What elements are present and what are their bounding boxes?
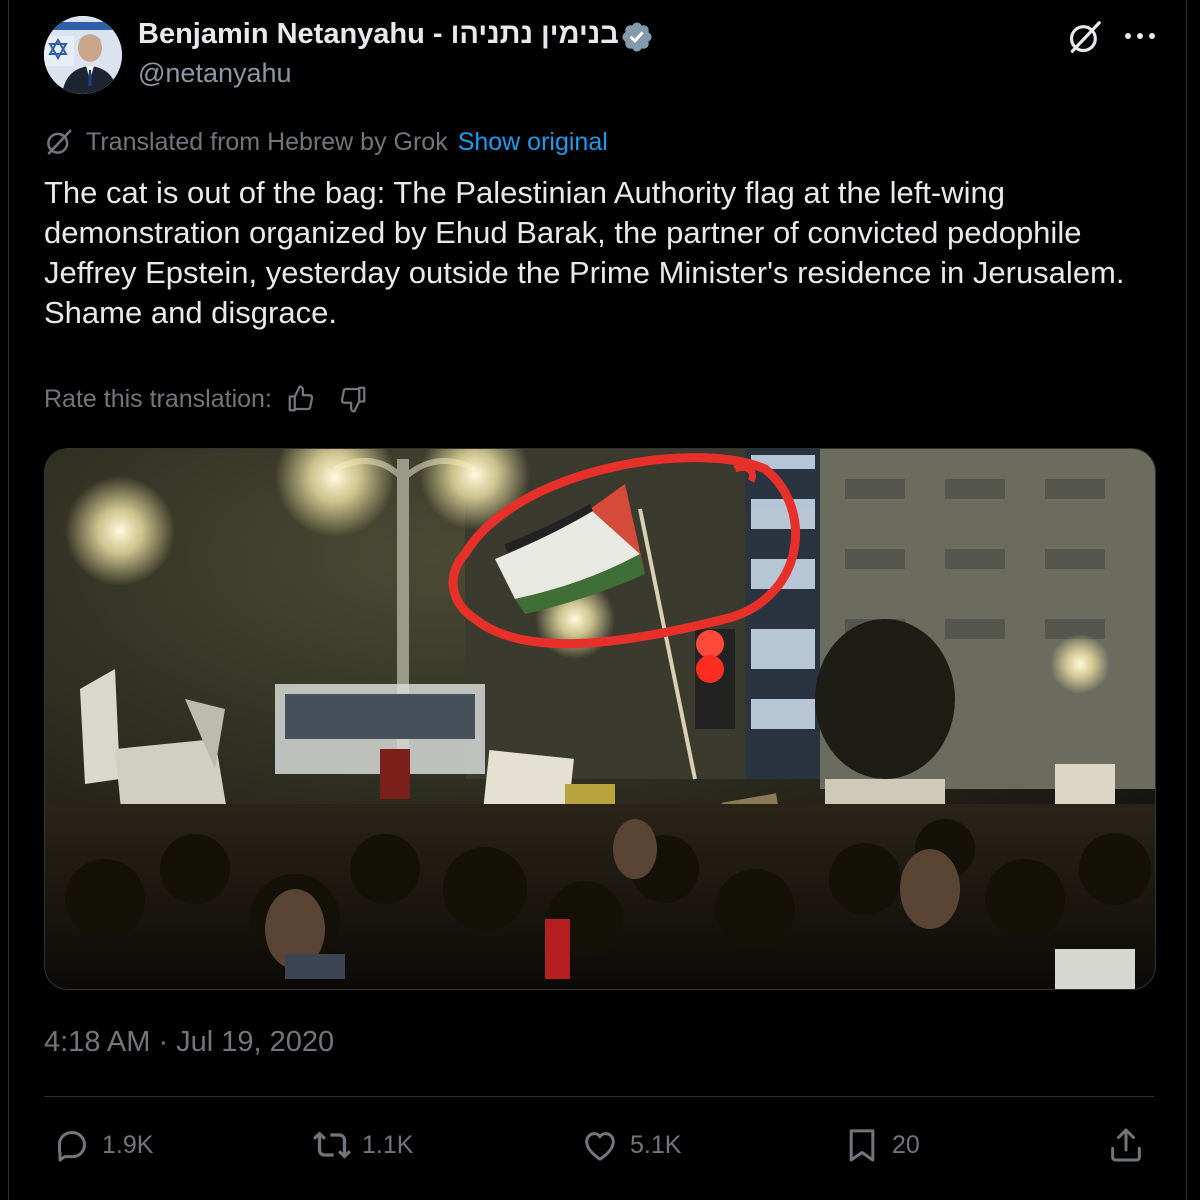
reply-icon (58, 1131, 86, 1162)
repost-icon (313, 1131, 351, 1159)
share-icon (1111, 1128, 1141, 1162)
bookmark-button[interactable]: 20 (842, 1124, 920, 1166)
tweet-text: The cat is out of the bag: The Palestini… (44, 175, 1125, 330)
tweet-media-image[interactable] (44, 448, 1156, 990)
rate-translation: Rate this translation: (44, 384, 368, 414)
heart-icon (585, 1132, 615, 1161)
left-border (8, 0, 9, 1200)
bookmark-icon (849, 1129, 875, 1162)
author-name[interactable]: Benjamin Netanyahu - בנימין נתניהו (138, 18, 619, 51)
show-original-link[interactable]: Show original (458, 128, 608, 157)
thumbs-up-icon[interactable] (286, 384, 316, 414)
like-button[interactable]: 5.1K (580, 1124, 681, 1166)
translation-note-text: Translated from Hebrew by Grok (86, 127, 448, 156)
grok-small-icon (47, 129, 72, 155)
rate-translation-label: Rate this translation: (44, 384, 272, 413)
author-handle[interactable]: @netanyahu (138, 58, 292, 89)
tweet-page: Benjamin Netanyahu - בנימין נתניהו @neta… (0, 0, 1200, 1200)
repost-count: 1.1K (362, 1130, 414, 1159)
avatar[interactable] (44, 16, 122, 94)
grok-icon[interactable] (1066, 18, 1104, 56)
like-count: 5.1K (630, 1130, 682, 1159)
translation-note: Translated from Hebrew by Grok Show orig… (44, 126, 608, 158)
bookmark-count: 20 (892, 1130, 920, 1159)
thumbs-down-icon[interactable] (338, 384, 368, 414)
tweet-timestamp[interactable]: 4:18 AM · Jul 19, 2020 (44, 1026, 334, 1059)
more-icon[interactable] (1118, 18, 1162, 54)
verified-badge-icon (622, 22, 652, 52)
right-border (1186, 0, 1187, 1200)
repost-button[interactable]: 1.1K (312, 1124, 413, 1166)
divider (44, 1096, 1154, 1097)
reply-button[interactable]: 1.9K (52, 1124, 153, 1166)
share-button[interactable] (1106, 1124, 1156, 1166)
reply-count: 1.9K (102, 1130, 154, 1159)
